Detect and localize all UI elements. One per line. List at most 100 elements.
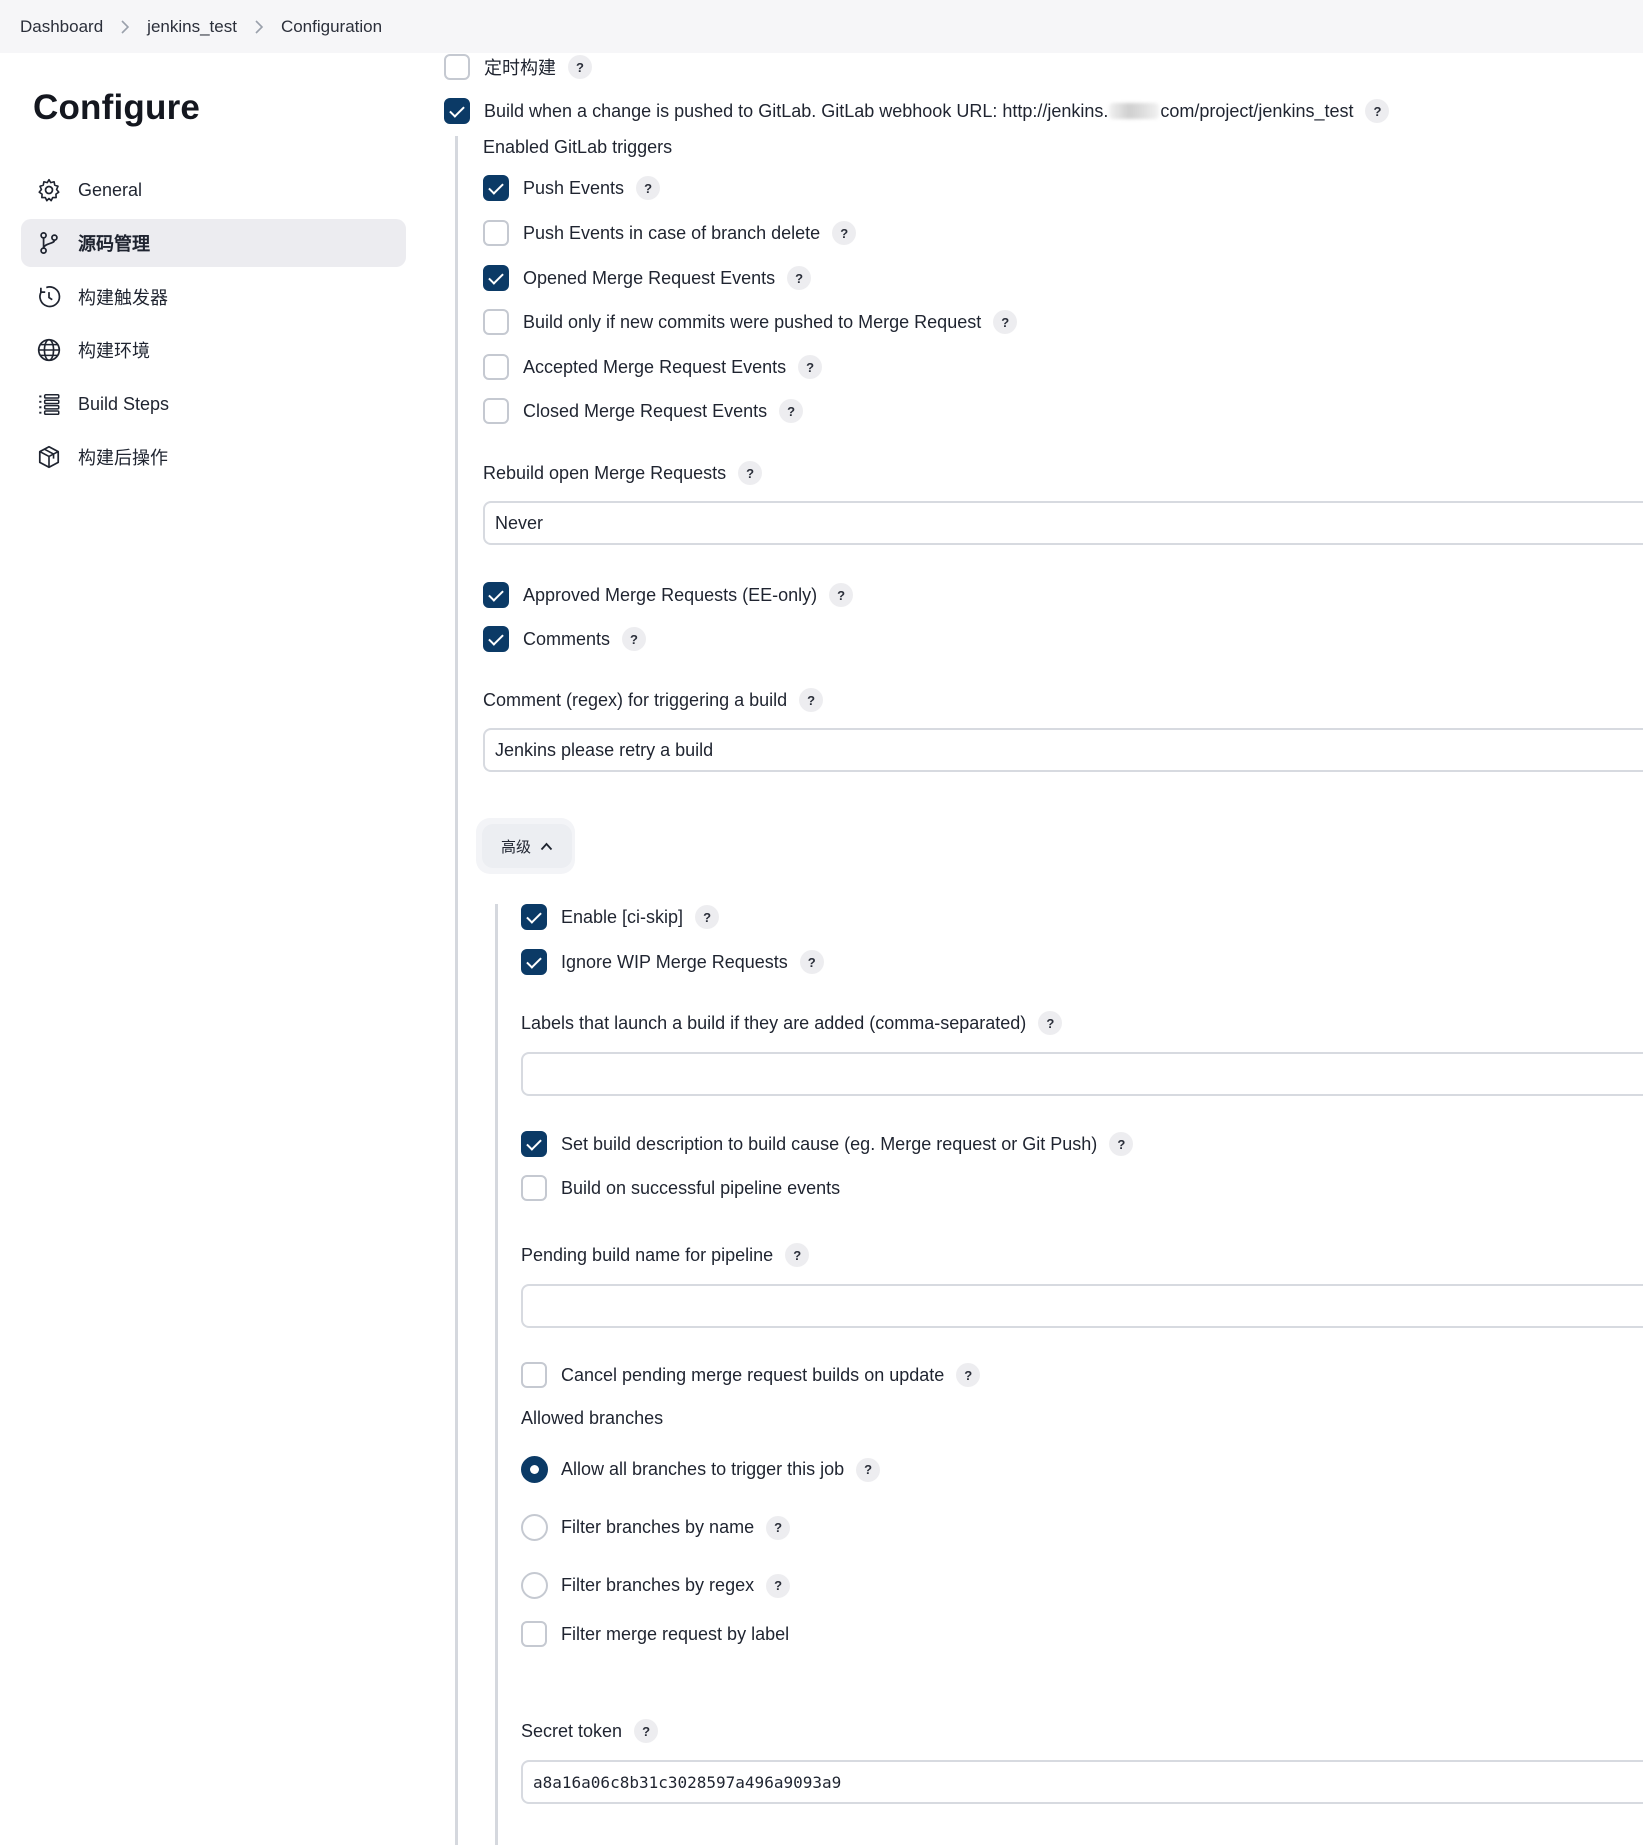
help-icon[interactable]: ?: [832, 221, 857, 245]
gitlab-push-label-prefix: Build when a change is pushed to GitLab.…: [484, 100, 1109, 121]
help-icon[interactable]: ?: [799, 950, 824, 974]
help-icon[interactable]: ?: [785, 1243, 810, 1267]
sidebar-item-label: 构建后操作: [78, 448, 168, 468]
gitlab-push-row: Build when a change is pushed to GitLab.…: [444, 98, 1390, 124]
help-icon[interactable]: ?: [779, 399, 804, 423]
rebuild-mr-field-label: Rebuild open Merge Requests ?: [483, 461, 763, 485]
trigger-option-row: Push Events ?: [483, 175, 661, 201]
advanced-button-label: 高级: [500, 838, 531, 856]
comment-regex-label-text: Comment (regex) for triggering a build: [483, 689, 788, 710]
breadcrumb-dashboard[interactable]: Dashboard: [20, 17, 103, 37]
sidebar-item-build-triggers[interactable]: 构建触发器: [21, 273, 406, 321]
help-icon[interactable]: ?: [1365, 99, 1390, 123]
rebuild-mr-select[interactable]: Never: [483, 501, 1643, 545]
labels-field-label-text: Labels that launch a build if they are a…: [521, 1012, 1027, 1033]
sidebar-item-post-build[interactable]: 构建后操作: [21, 433, 406, 481]
advanced-section-divider: [495, 904, 498, 1845]
trigger-option-row: Push Events in case of branch delete ?: [483, 220, 857, 246]
cube-icon: [36, 444, 62, 470]
cancel-pending-label: Cancel pending merge request builds on u…: [561, 1364, 945, 1385]
cancel-pending-checkbox[interactable]: [521, 1362, 547, 1388]
globe-icon: [36, 337, 62, 363]
breadcrumb-job[interactable]: jenkins_test: [147, 17, 237, 37]
breadcrumb-configuration[interactable]: Configuration: [281, 17, 382, 37]
ignore-wip-label: Ignore WIP Merge Requests: [561, 951, 788, 972]
help-icon[interactable]: ?: [856, 1457, 881, 1482]
pipeline-events-checkbox[interactable]: [521, 1175, 547, 1201]
branch-option-label: Filter branches by regex: [561, 1575, 755, 1595]
ci-skip-checkbox[interactable]: [521, 904, 547, 930]
gitlab-push-label-suffix: com/project/jenkins_test: [1160, 100, 1354, 121]
help-icon[interactable]: ?: [1038, 1011, 1063, 1035]
help-icon[interactable]: ?: [766, 1515, 791, 1540]
filter-by-regex-radio[interactable]: [521, 1572, 548, 1599]
secret-token-input[interactable]: a8a16a06c8b31c3028597a496a9093a9: [521, 1760, 1643, 1804]
pending-name-label-text: Pending build name for pipeline: [521, 1244, 774, 1265]
set-description-checkbox[interactable]: [521, 1131, 547, 1157]
trigger-option-label: Accepted Merge Request Events: [523, 356, 787, 377]
rebuild-mr-label-text: Rebuild open Merge Requests: [483, 462, 727, 483]
sidebar-item-build-steps[interactable]: Build Steps: [21, 380, 406, 428]
chevron-up-icon: [540, 842, 553, 851]
help-icon[interactable]: ?: [622, 627, 647, 651]
help-icon[interactable]: ?: [956, 1363, 981, 1387]
labels-field-label: Labels that launch a build if they are a…: [521, 1011, 1063, 1035]
labels-input[interactable]: [521, 1052, 1643, 1096]
secret-token-value: a8a16a06c8b31c3028597a496a9093a9: [533, 1772, 842, 1792]
help-icon[interactable]: ?: [738, 461, 763, 485]
advanced-toggle-button[interactable]: 高级: [482, 824, 572, 868]
ignore-wip-checkbox[interactable]: [521, 949, 547, 975]
filter-label-row: Filter merge request by label: [521, 1621, 789, 1647]
filter-mr-label-checkbox[interactable]: [521, 1621, 547, 1647]
breadcrumb: Dashboard jenkins_test Configuration: [0, 0, 1643, 53]
trigger-option-row: Build only if new commits were pushed to…: [483, 309, 1018, 335]
pending-name-input[interactable]: [521, 1284, 1643, 1328]
push-events-checkbox[interactable]: [483, 175, 509, 201]
help-icon[interactable]: ?: [695, 905, 720, 929]
secret-token-field-label: Secret token ?: [521, 1719, 659, 1743]
help-icon[interactable]: ?: [799, 688, 824, 712]
timed-build-row: 定时构建 ?: [444, 54, 592, 80]
ci-skip-label: Enable [ci-skip]: [561, 906, 684, 927]
gitlab-push-checkbox[interactable]: [444, 98, 470, 124]
help-icon[interactable]: ?: [1109, 1132, 1134, 1156]
approved-mr-checkbox[interactable]: [483, 582, 509, 608]
filter-by-name-radio[interactable]: [521, 1514, 548, 1541]
sidebar-item-build-env[interactable]: 构建环境: [21, 326, 406, 374]
sidebar-item-label: General: [78, 179, 143, 200]
comment-regex-value: Jenkins please retry a build: [495, 739, 714, 760]
rebuild-mr-selected-value: Never: [495, 512, 544, 533]
help-icon[interactable]: ?: [766, 1573, 791, 1598]
new-commits-mr-checkbox[interactable]: [483, 309, 509, 335]
opened-mr-checkbox[interactable]: [483, 265, 509, 291]
help-icon[interactable]: ?: [798, 355, 823, 379]
help-icon[interactable]: ?: [829, 583, 854, 607]
ignore-wip-row: Ignore WIP Merge Requests ?: [521, 949, 824, 975]
push-delete-checkbox[interactable]: [483, 220, 509, 246]
branch-icon: [36, 230, 62, 256]
sidebar-item-scm[interactable]: 源码管理: [21, 219, 406, 267]
sidebar-item-label: 构建触发器: [78, 288, 168, 308]
approved-mr-row: Approved Merge Requests (EE-only) ?: [483, 582, 854, 608]
sidebar-item-general[interactable]: General: [21, 166, 406, 214]
branch-option-row: Filter branches by name ?: [521, 1514, 791, 1541]
pipeline-events-row: Build on successful pipeline events: [521, 1175, 840, 1201]
allow-all-branches-radio[interactable]: [521, 1456, 548, 1483]
help-icon[interactable]: ?: [634, 1719, 659, 1743]
trigger-option-label: Opened Merge Request Events: [523, 267, 776, 288]
help-icon[interactable]: ?: [993, 310, 1018, 334]
comments-checkbox[interactable]: [483, 626, 509, 652]
set-description-row: Set build description to build cause (eg…: [521, 1131, 1134, 1157]
comment-regex-input[interactable]: Jenkins please retry a build: [483, 728, 1643, 772]
help-icon[interactable]: ?: [568, 55, 592, 79]
timed-build-checkbox[interactable]: [444, 54, 470, 80]
pending-name-field-label: Pending build name for pipeline ?: [521, 1243, 810, 1267]
branch-option-row: Filter branches by regex ?: [521, 1572, 791, 1599]
approved-mr-label: Approved Merge Requests (EE-only): [523, 584, 818, 605]
accepted-mr-checkbox[interactable]: [483, 354, 509, 380]
closed-mr-checkbox[interactable]: [483, 398, 509, 424]
secret-token-label-text: Secret token: [521, 1720, 623, 1741]
help-icon[interactable]: ?: [787, 266, 812, 290]
cancel-pending-row: Cancel pending merge request builds on u…: [521, 1362, 981, 1388]
help-icon[interactable]: ?: [636, 176, 661, 200]
